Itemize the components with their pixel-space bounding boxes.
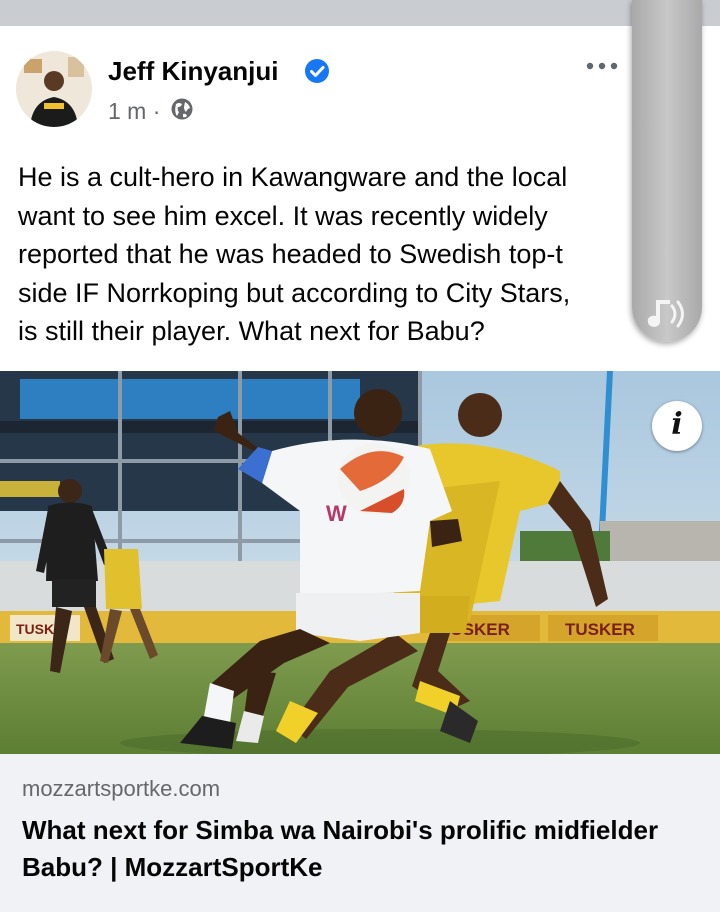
facebook-post-card: Jeff Kinyanjui 1 m · He is a cult-hero i…: [0, 26, 720, 912]
info-icon: i: [671, 407, 683, 442]
link-preview-details[interactable]: mozzartsportke.com What next for Simba w…: [0, 754, 720, 912]
football-match-photo: TUSKER TUSKER TUSKE W: [0, 371, 720, 754]
author-avatar[interactable]: [16, 51, 92, 127]
globe-icon: [171, 98, 193, 120]
link-domain: mozzartsportke.com: [22, 776, 221, 801]
avatar-image: [16, 51, 92, 127]
link-preview-image[interactable]: TUSKER TUSKER TUSKE W: [0, 371, 720, 754]
floating-scroll-handle[interactable]: [632, 0, 702, 342]
post-timestamp[interactable]: 1 m ·: [108, 98, 160, 125]
sound-icon[interactable]: [640, 296, 692, 332]
football-ball: [338, 443, 410, 515]
top-divider: [0, 0, 720, 26]
hoarding-text-2: TUSKER: [565, 620, 635, 639]
verified-badge-icon: [305, 59, 329, 83]
more-options-icon[interactable]: [583, 56, 623, 76]
info-button[interactable]: i: [652, 401, 702, 451]
author-name[interactable]: Jeff Kinyanjui: [108, 56, 278, 87]
svg-text:W: W: [326, 501, 347, 526]
link-title[interactable]: What next for Simba wa Nairobi's prolifi…: [22, 812, 682, 886]
post-text: He is a cult-hero in Kawangware and the …: [18, 162, 571, 346]
